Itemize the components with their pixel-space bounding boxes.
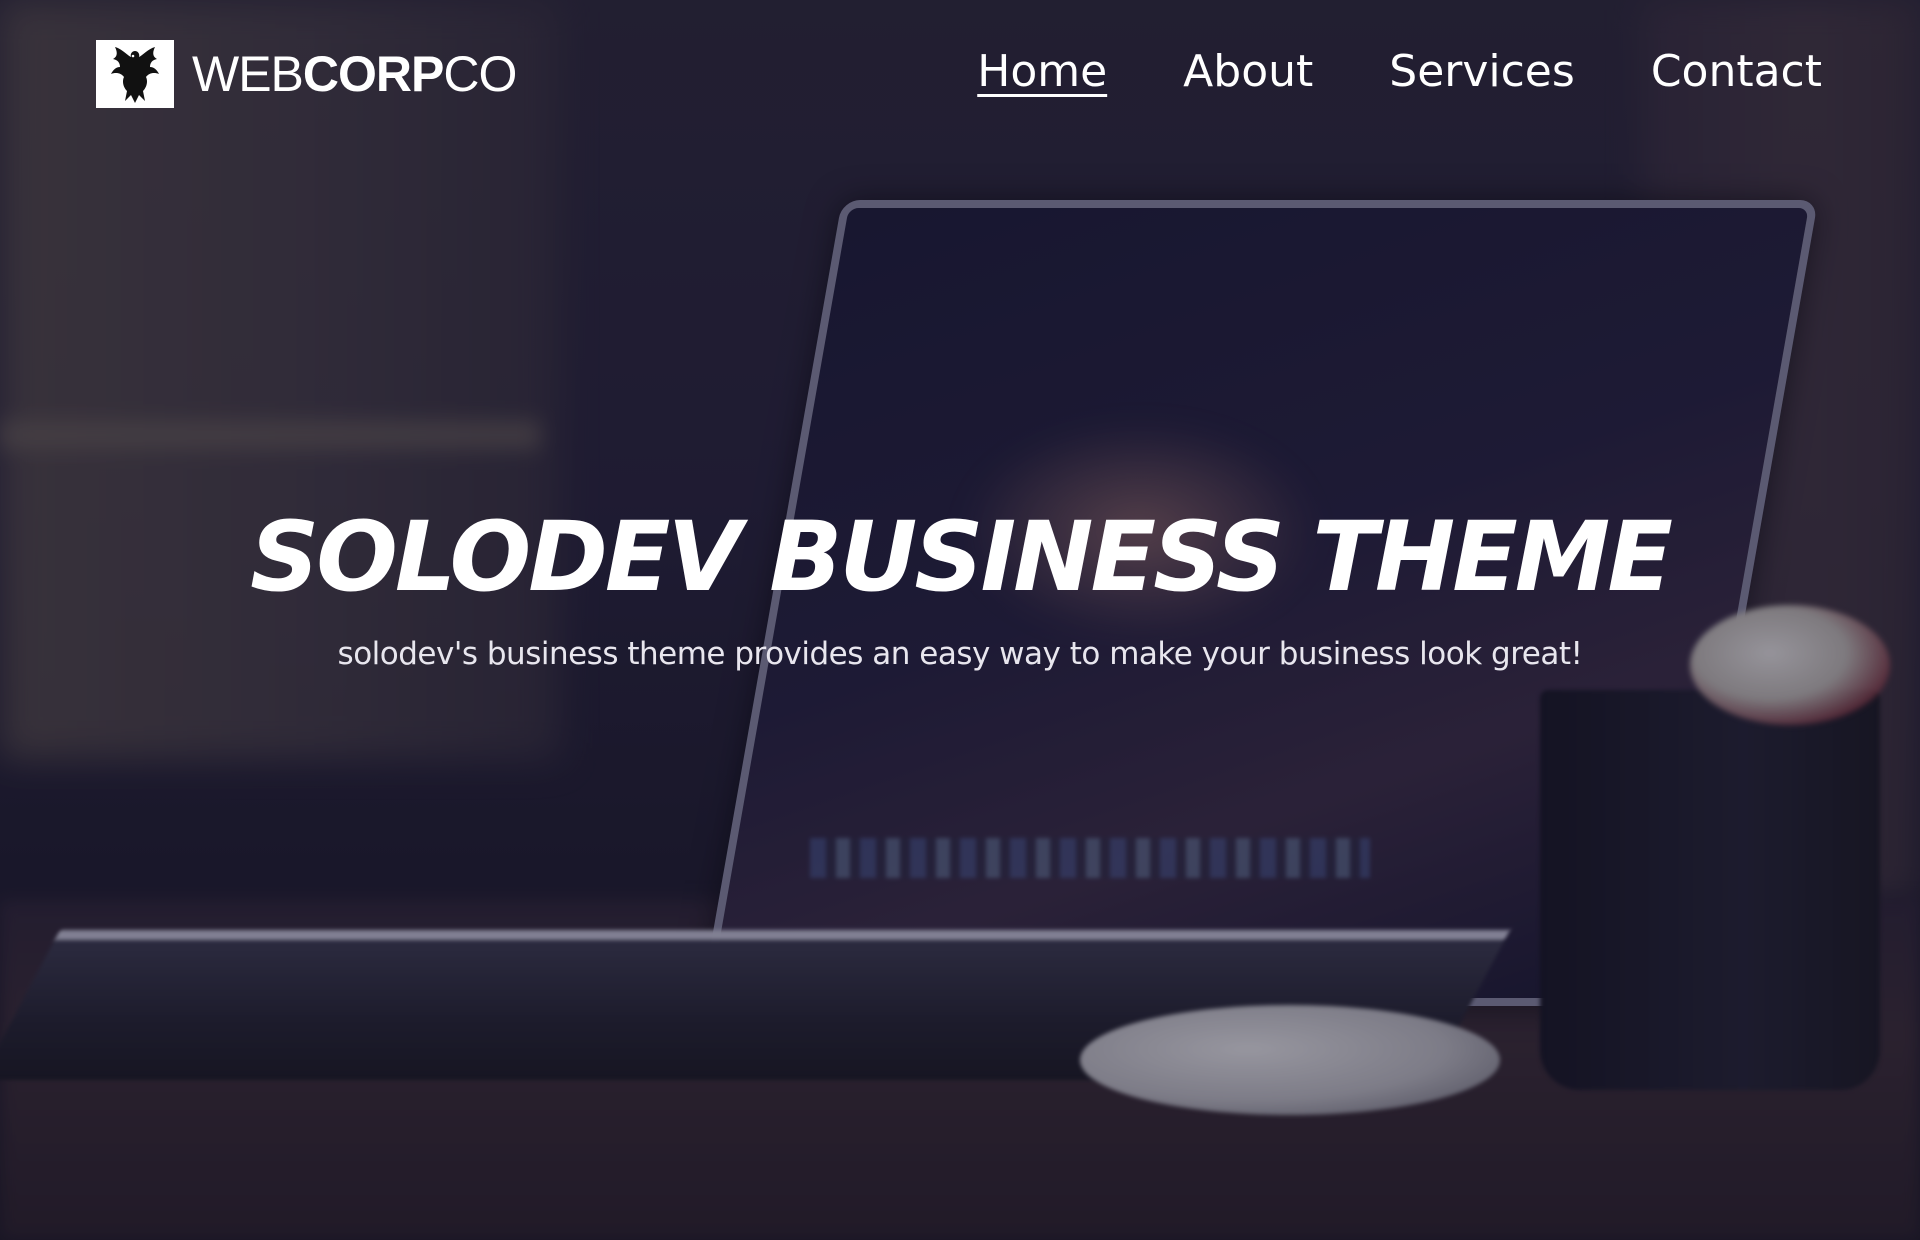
brand-name-prefix: WEB [192, 46, 304, 102]
hero-title: SOLODEV BUSINESS THEME [250, 501, 1673, 613]
hero-overlay [0, 0, 1920, 1240]
brand-name: WEBCORPCO [192, 46, 517, 102]
brand-name-suffix: CO [443, 46, 517, 102]
phoenix-icon [96, 40, 174, 108]
hero-subtitle: solodev's business theme provides an eas… [337, 636, 1583, 672]
nav-link-home[interactable]: Home [977, 47, 1107, 96]
site-header: WEBCORPCO Home About Services Contact [0, 0, 1920, 150]
nav-link-services[interactable]: Services [1389, 47, 1575, 96]
nav-link-contact[interactable]: Contact [1651, 47, 1822, 96]
brand-name-bold: CORP [302, 46, 444, 102]
nav-link-about[interactable]: About [1183, 47, 1313, 96]
hero-background [0, 0, 1920, 1240]
main-nav: Home About Services Contact [901, 47, 1822, 96]
brand-logo-link[interactable]: WEBCORPCO [96, 40, 517, 108]
